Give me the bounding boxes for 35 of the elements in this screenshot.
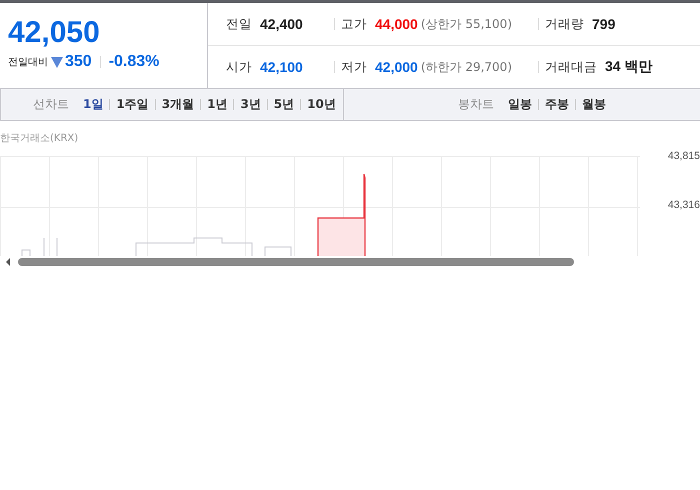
- stat-label: 시가: [226, 58, 252, 76]
- stat-value: 42,000: [375, 59, 418, 75]
- limit-price: (하한가 29,700): [420, 58, 512, 76]
- scroll-left-icon[interactable]: [4, 257, 12, 267]
- current-price: 42,050: [8, 17, 101, 49]
- stat-label: 고가: [341, 16, 367, 32]
- stat-label: 거래대금: [545, 58, 597, 76]
- stat-value: 799: [592, 16, 616, 32]
- change-label: 전일대비: [8, 56, 48, 69]
- candle-period-tab[interactable]: 일봉: [508, 96, 532, 113]
- stat-value: 42,100: [260, 59, 303, 75]
- axis-label: 43,815: [666, 150, 700, 162]
- stat-value: 42,400: [260, 16, 303, 32]
- stat-value: 34 백만: [605, 58, 652, 76]
- stat-label: 전일: [226, 16, 252, 32]
- limit-price: (상한가 55,100): [420, 16, 512, 32]
- period-tab[interactable]: 10년: [307, 96, 336, 113]
- change-amount: 350: [65, 53, 92, 71]
- stat-label: 거래량: [545, 16, 584, 32]
- period-tab[interactable]: 1일: [83, 96, 104, 113]
- candle-period-tab[interactable]: 주봉: [545, 96, 569, 113]
- scrollbar-thumb[interactable]: [18, 258, 574, 266]
- line-chart-label: 선차트: [33, 96, 69, 113]
- candle-period-tab[interactable]: 월봉: [582, 96, 606, 113]
- period-tab[interactable]: 3개월: [162, 96, 194, 113]
- axis-label: 43,316: [666, 199, 700, 211]
- period-tab[interactable]: 5년: [274, 96, 294, 113]
- period-tab[interactable]: 1주일: [116, 96, 149, 113]
- period-tab[interactable]: 1년: [207, 96, 228, 113]
- change-rate: -0.83%: [108, 53, 160, 71]
- data-source: 한국거래소(KRX): [0, 132, 80, 146]
- period-tab[interactable]: 3년: [240, 96, 261, 113]
- stat-label: 저가: [341, 58, 367, 76]
- stat-value: 44,000: [375, 16, 418, 32]
- candle-chart-label: 봉차트: [458, 96, 494, 113]
